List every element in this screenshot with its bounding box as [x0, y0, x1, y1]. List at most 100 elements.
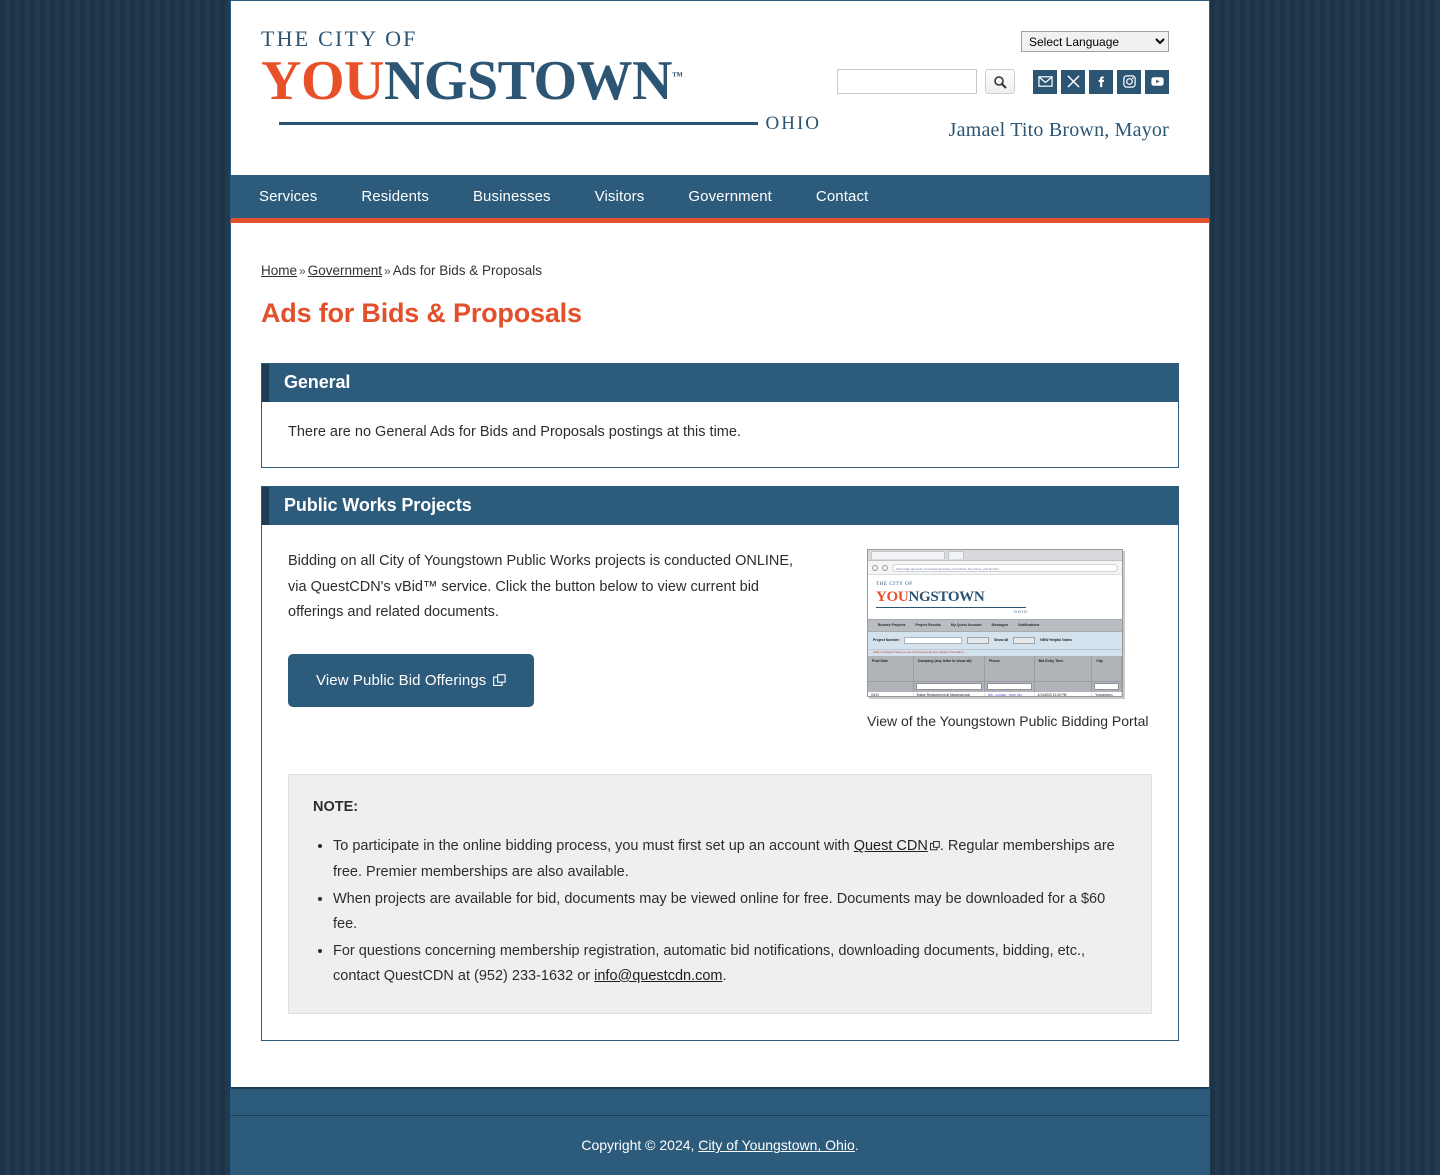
questcdn-email-link[interactable]: info@questcdn.com	[594, 968, 722, 984]
thumb-portal-nav: Browse Projects Project Results My Quest…	[868, 618, 1122, 632]
thumb-filter-label: Project Number	[873, 638, 900, 643]
social-link-youtube[interactable]	[1145, 69, 1169, 94]
header-search-and-social	[837, 69, 1169, 94]
thumb-input-bid-time	[1035, 682, 1093, 693]
note-title: NOTE:	[313, 799, 359, 816]
logo-underline-rule: OHIO	[261, 113, 821, 135]
language-select[interactable]: Select Language	[1021, 31, 1169, 52]
view-bid-button-label: View Public Bid Offerings	[316, 671, 487, 689]
thumb-cell-city: Youngstown	[1092, 693, 1122, 697]
view-public-bid-offerings-button[interactable]: View Public Bid Offerings	[288, 653, 535, 707]
thumb-nav-notifications: Notifications	[1018, 623, 1040, 628]
public-works-thumbnail-column: https://qap.questcdn.com/qap/projects/pr…	[867, 547, 1152, 732]
external-link-icon	[493, 673, 507, 686]
logo-trademark: ™	[671, 70, 683, 83]
thumb-nav-browse-projects: Browse Projects	[878, 623, 906, 628]
thumb-input-phone	[985, 682, 1035, 693]
social-links	[1033, 69, 1169, 94]
youtube-icon	[1150, 77, 1164, 86]
thumb-input-company-field	[915, 683, 983, 691]
panel-general-body: There are no General Ads for Bids and Pr…	[288, 424, 741, 440]
thumb-logo-wordmark: YOUNGSTOWN	[876, 589, 1122, 606]
thumb-input-city	[1092, 682, 1122, 693]
thumb-reload-icon	[872, 564, 878, 571]
note-bullet-3-post: .	[722, 968, 727, 984]
note-bullet-questions: For questions concerning membership regi…	[333, 939, 1127, 989]
breadcrumb-home[interactable]: Home	[261, 263, 297, 278]
note-bullet-2-text: When projects are available for bid, doc…	[333, 891, 1106, 933]
breadcrumb-current: Ads for Bids & Proposals	[392, 263, 543, 278]
thumb-nav-messages: Messages	[991, 623, 1009, 628]
nav-item-services[interactable]: Services	[259, 175, 339, 218]
breadcrumb-separator: »	[299, 264, 306, 278]
thumb-tab-active	[871, 551, 945, 560]
social-link-x-twitter[interactable]	[1061, 69, 1085, 94]
quest-cdn-link[interactable]: Quest CDN	[854, 838, 928, 854]
thumb-logo-rest: NGSTOWN	[908, 589, 985, 606]
nav-item-government[interactable]: Government	[666, 175, 794, 218]
thumb-input-city-field	[1094, 683, 1119, 691]
breadcrumb: Home» Government» Ads for Bids & Proposals	[261, 263, 1179, 278]
bidding-portal-thumbnail[interactable]: https://qap.questcdn.com/qap/projects/pr…	[867, 549, 1123, 698]
nav-item-businesses[interactable]: Businesses	[451, 175, 573, 218]
thumb-filter-page-select	[1013, 636, 1036, 644]
thumb-table-filter-inputs	[868, 682, 1122, 693]
nav-item-contact[interactable]: Contact	[794, 175, 890, 218]
panel-public-works-body: Bidding on all City of Youngstown Public…	[262, 525, 1178, 1040]
thumb-nav-my-quest-account: My Quest Account	[950, 623, 982, 628]
copyright-link[interactable]: City of Youngstown, Ohio	[698, 1137, 854, 1153]
main-navigation: Services Residents Businesses Visitors G…	[230, 175, 1210, 223]
thumb-col-company: Company (any letter to show all)	[914, 656, 986, 682]
logo-wordmark: YOUNGSTOWN™	[261, 52, 821, 111]
breadcrumb-separator-2: »	[384, 264, 391, 278]
site-logo[interactable]: THE CITY OF YOUNGSTOWN™ OHIO	[261, 28, 821, 135]
thumb-lock-icon	[882, 564, 888, 571]
page-wrapper: THE CITY OF YOUNGSTOWN™ OHIO Select Lang…	[230, 0, 1210, 1175]
main-content: Home» Government» Ads for Bids & Proposals…	[230, 223, 1210, 1087]
note-box: NOTE: To participate in the online biddi…	[288, 774, 1152, 1014]
thumb-filter-search-button	[967, 636, 990, 644]
thumb-cell-bid-time: 4/14/2025 12:30 PM	[1035, 693, 1093, 697]
note-bullet-account: To participate in the online bidding pro…	[333, 834, 1127, 885]
public-works-top-row: Bidding on all City of Youngstown Public…	[288, 547, 1152, 732]
search-icon	[994, 75, 1007, 89]
nav-item-visitors[interactable]: Visitors	[573, 175, 667, 218]
breadcrumb-government[interactable]: Government	[308, 263, 382, 278]
footer-upper-band	[230, 1086, 1210, 1115]
copyright-prefix: Copyright © 2024,	[581, 1137, 699, 1154]
copyright-suffix: .	[854, 1137, 859, 1154]
social-link-facebook[interactable]	[1089, 69, 1113, 94]
panel-public-works: Public Works Projects Bidding on all Cit…	[261, 486, 1179, 1041]
thumb-logo-state: OHIO	[1013, 608, 1028, 614]
copyright-text: Copyright © 2024, City of Youngstown, Oh…	[581, 1137, 858, 1153]
thumb-url-text: https://qap.questcdn.com/qap/projects/pr…	[892, 563, 1118, 572]
logo-tagline: THE CITY OF	[261, 26, 418, 51]
social-link-instagram[interactable]	[1117, 69, 1141, 94]
thumb-tab-new	[948, 551, 964, 560]
nav-item-residents[interactable]: Residents	[339, 175, 451, 218]
note-bullet-list: To participate in the online bidding pro…	[313, 834, 1127, 989]
facebook-icon	[1098, 76, 1104, 88]
public-works-intro: Bidding on all City of Youngstown Public…	[288, 553, 794, 621]
panel-general-heading: General	[262, 364, 1178, 402]
logo-state: OHIO	[765, 112, 821, 134]
search-button[interactable]	[985, 69, 1015, 94]
thumb-col-post-date: Post Date	[868, 656, 914, 682]
public-works-text-column: Bidding on all City of Youngstown Public…	[288, 547, 847, 732]
logo-ngstown-part: NGSTOWN	[383, 50, 672, 112]
thumb-table-row: 03/12 Bridge Replacement at Meadowbrook …	[868, 692, 1122, 697]
thumb-input-post-date	[868, 682, 914, 693]
site-header: THE CITY OF YOUNGSTOWN™ OHIO Select Lang…	[230, 0, 1210, 175]
instagram-icon	[1122, 75, 1136, 88]
thumb-filter-input	[904, 636, 963, 644]
thumb-cell-company: Bridge Replacement at Meadowbrook	[914, 693, 986, 697]
thumb-col-phone: Phone	[985, 656, 1035, 682]
thumb-logo-you: YOU	[876, 589, 909, 606]
search-input[interactable]	[837, 69, 977, 94]
thumb-filter-row: Project Number Show all NEW Helpful Note…	[868, 631, 1122, 650]
email-icon	[1037, 76, 1053, 87]
social-link-email[interactable]	[1033, 69, 1057, 94]
logo-rule-bar	[279, 122, 758, 126]
thumb-nav-project-results: Project Results	[915, 623, 941, 628]
thumb-cell-post-date: 03/12	[868, 693, 914, 697]
